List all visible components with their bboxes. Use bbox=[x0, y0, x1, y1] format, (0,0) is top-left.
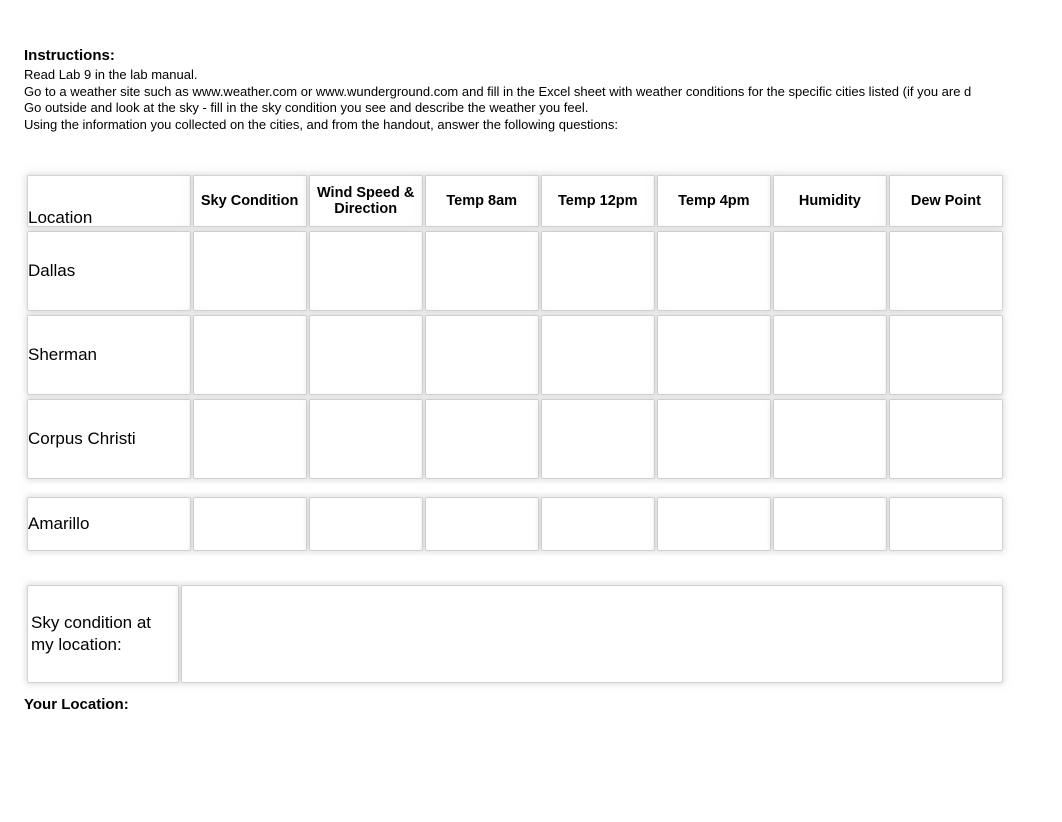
cell-sherman-sky-condition[interactable] bbox=[193, 316, 306, 394]
cell-corpus-christi-dew-point[interactable] bbox=[889, 400, 1002, 478]
row-label-corpus-christi: Corpus Christi bbox=[28, 400, 190, 478]
table-row: Corpus Christi bbox=[28, 400, 1002, 478]
weather-table: Location Sky Condition Wind Speed & Dire… bbox=[24, 170, 1006, 484]
sky-condition-row: Sky condition at my location: bbox=[28, 586, 1002, 682]
cell-sherman-wind-speed-direction[interactable] bbox=[309, 316, 422, 394]
cell-sherman-temp-4pm[interactable] bbox=[657, 316, 770, 394]
cell-corpus-christi-humidity[interactable] bbox=[773, 400, 886, 478]
instruction-line-4: Using the information you collected on t… bbox=[24, 116, 619, 132]
cell-corpus-christi-temp-8am[interactable] bbox=[425, 400, 538, 478]
row-label-amarillo: Amarillo bbox=[28, 498, 190, 550]
cell-amarillo-temp-8am[interactable] bbox=[425, 498, 538, 550]
column-header-temp-8am: Temp 8am bbox=[425, 176, 538, 226]
table-row: Amarillo bbox=[28, 498, 1002, 550]
instruction-line-3: Go outside and look at the sky - fill in… bbox=[24, 100, 589, 115]
cell-sherman-temp-12pm[interactable] bbox=[541, 316, 654, 394]
instruction-line-1: Read Lab 9 in the lab manual. bbox=[24, 67, 198, 82]
cell-sherman-temp-8am[interactable] bbox=[425, 316, 538, 394]
sky-condition-block: Sky condition at my location: bbox=[24, 580, 1006, 688]
column-header-wind-speed-direction: Wind Speed & Direction bbox=[309, 176, 422, 226]
table-row: Sherman bbox=[28, 316, 1002, 394]
column-header-dew-point: Dew Point bbox=[889, 176, 1002, 226]
row-label-dallas: Dallas bbox=[28, 232, 190, 310]
table-header-row: Location Sky Condition Wind Speed & Dire… bbox=[28, 176, 1002, 226]
your-location-label: Your Location: bbox=[24, 696, 129, 713]
amarillo-row-table: Amarillo bbox=[24, 492, 1006, 556]
cell-corpus-christi-wind-speed-direction[interactable] bbox=[309, 400, 422, 478]
cell-corpus-christi-temp-12pm[interactable] bbox=[541, 400, 654, 478]
cell-dallas-dew-point[interactable] bbox=[889, 232, 1002, 310]
table-row: Dallas bbox=[28, 232, 1002, 310]
cell-amarillo-humidity[interactable] bbox=[773, 498, 886, 550]
column-header-temp-12pm: Temp 12pm bbox=[541, 176, 654, 226]
cell-amarillo-sky-condition[interactable] bbox=[193, 498, 306, 550]
cell-corpus-christi-temp-4pm[interactable] bbox=[657, 400, 770, 478]
cell-amarillo-wind-speed-direction[interactable] bbox=[309, 498, 422, 550]
column-header-sky-condition: Sky Condition bbox=[193, 176, 306, 226]
cell-dallas-wind-speed-direction[interactable] bbox=[309, 232, 422, 310]
cell-amarillo-dew-point[interactable] bbox=[889, 498, 1002, 550]
column-header-location: Location bbox=[28, 176, 190, 226]
row-label-sherman: Sherman bbox=[28, 316, 190, 394]
instructions-title: Instructions: bbox=[24, 47, 115, 64]
instructions-block: Instructions: Read Lab 9 in the lab manu… bbox=[24, 46, 1062, 133]
cell-dallas-temp-12pm[interactable] bbox=[541, 232, 654, 310]
cell-dallas-humidity[interactable] bbox=[773, 232, 886, 310]
cell-dallas-temp-8am[interactable] bbox=[425, 232, 538, 310]
sky-condition-label: Sky condition at my location: bbox=[28, 586, 178, 682]
cell-amarillo-temp-4pm[interactable] bbox=[657, 498, 770, 550]
column-header-humidity: Humidity bbox=[773, 176, 886, 226]
cell-dallas-sky-condition[interactable] bbox=[193, 232, 306, 310]
sky-condition-input[interactable] bbox=[182, 586, 1002, 682]
instruction-line-2: Go to a weather site such as www.weather… bbox=[24, 83, 972, 99]
column-header-temp-4pm: Temp 4pm bbox=[657, 176, 770, 226]
cell-sherman-humidity[interactable] bbox=[773, 316, 886, 394]
cell-corpus-christi-sky-condition[interactable] bbox=[193, 400, 306, 478]
cell-dallas-temp-4pm[interactable] bbox=[657, 232, 770, 310]
cell-amarillo-temp-12pm[interactable] bbox=[541, 498, 654, 550]
cell-sherman-dew-point[interactable] bbox=[889, 316, 1002, 394]
